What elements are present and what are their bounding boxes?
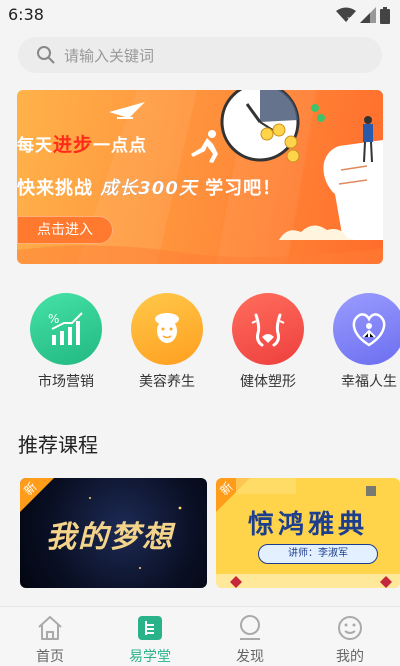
svg-text:x: x	[347, 15, 351, 23]
discover-icon	[240, 615, 260, 640]
nav-mine[interactable]: 我的	[300, 607, 400, 666]
banner-headline-prefix: 每天	[17, 136, 53, 156]
battery-icon	[380, 6, 390, 24]
banner-subline-prefix: 快来挑战	[17, 178, 101, 199]
book-icon	[138, 616, 162, 640]
nav-label: 首页	[36, 649, 64, 665]
nav-label: 易学堂	[129, 649, 171, 665]
banner-enter-button[interactable]: 点击进入	[17, 216, 113, 244]
bottom-nav: 首页 易学堂 发现 我的	[0, 606, 400, 666]
banner-headline: 每天进步一点点	[17, 130, 147, 157]
home-icon	[38, 616, 62, 640]
course-instructor: 讲师：李淑军	[258, 544, 378, 564]
banner-subline-suffix: 学习吧！	[197, 178, 282, 199]
nav-home[interactable]: 首页	[0, 607, 100, 666]
category-fitness[interactable]: 健体塑形	[228, 293, 308, 391]
svg-text:%: %	[48, 312, 59, 326]
wifi-icon: x	[336, 7, 356, 23]
nav-label: 我的	[336, 649, 364, 665]
category-label: 幸福人生	[341, 374, 397, 390]
heart-person-icon	[333, 293, 400, 365]
search-placeholder: 请输入关键词	[64, 46, 155, 65]
status-bar: 6:38 x	[0, 0, 400, 30]
smile-face-icon	[338, 616, 362, 640]
body-shape-icon	[232, 293, 304, 365]
search-bar[interactable]: 请输入关键词	[18, 37, 382, 73]
promo-banner[interactable]: 每天进步一点点 快来挑战 成长300天 学习吧！ 点击进入	[17, 90, 383, 264]
nav-discover[interactable]: 发现	[200, 607, 300, 666]
course-card-2[interactable]: 新 惊鸿雅典 讲师：李淑军	[216, 478, 400, 588]
face-mask-icon	[131, 293, 203, 365]
banner-headline-suffix: 一点点	[93, 136, 148, 156]
course-title: 惊鸿雅典	[247, 510, 368, 540]
category-label: 美容养生	[139, 374, 195, 390]
banner-subline: 快来挑战 成长300天 学习吧！	[17, 174, 281, 200]
category-happiness[interactable]: 幸福人生	[329, 293, 400, 391]
growth-chart-icon: %	[30, 293, 102, 365]
banner-subline-highlight: 成长300天	[100, 178, 198, 199]
search-icon	[37, 46, 55, 64]
category-beauty[interactable]: 美容养生	[127, 293, 207, 391]
banner-headline-highlight: 进步	[53, 134, 94, 156]
category-marketing[interactable]: % 市场营销	[26, 293, 106, 391]
nav-label: 发现	[236, 649, 264, 665]
signal-icon	[360, 7, 376, 23]
section-title: 推荐课程	[18, 433, 98, 457]
category-row: % 市场营销 美容养生 健体塑形 幸福人生	[0, 293, 400, 393]
status-time: 6:38	[8, 5, 44, 24]
category-label: 健体塑形	[240, 374, 296, 390]
course-card-1[interactable]: 新 我的梦想	[20, 478, 207, 588]
nav-learn[interactable]: 易学堂	[100, 607, 200, 666]
category-label: 市场营销	[38, 374, 94, 390]
system-icons: x	[336, 6, 390, 24]
course-title: 我的梦想	[46, 520, 174, 555]
